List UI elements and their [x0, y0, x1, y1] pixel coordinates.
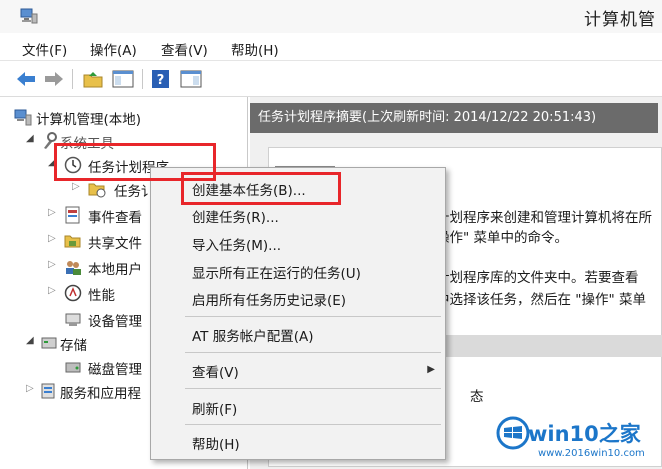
action-pane-icon[interactable]	[180, 69, 202, 89]
menu-item-refresh[interactable]: 刷新(F)	[192, 398, 237, 418]
back-arrow-icon[interactable]	[15, 69, 37, 89]
folder-clock-icon	[88, 183, 106, 198]
menu-item-create-task[interactable]: 创建任务(R)...	[192, 206, 279, 226]
collapsed-arrow-icon[interactable]: ▷	[48, 259, 56, 270]
toolbar-separator	[142, 69, 143, 89]
menu-item-enable-history[interactable]: 启用所有任务历史记录(E)	[192, 289, 346, 309]
expanded-arrow-icon[interactable]: ◢	[26, 335, 34, 346]
menu-item-import-task[interactable]: 导入任务(M)...	[192, 234, 281, 254]
console-tree-icon[interactable]	[112, 69, 134, 89]
menu-item-help[interactable]: 帮助(H)	[192, 433, 240, 453]
tools-icon	[44, 132, 57, 149]
collapsed-arrow-icon[interactable]: ▷	[48, 207, 56, 218]
menu-help[interactable]: 帮助(H)	[231, 39, 279, 59]
computer-management-icon	[20, 8, 38, 24]
summary-text: 计划程序库的文件夹中。若要查看	[436, 270, 639, 286]
menu-bar: 文件(F) 操作(A) 查看(V) 帮助(H)	[0, 33, 662, 61]
summary-text: 操作" 菜单中的命令。	[436, 230, 569, 246]
menu-action[interactable]: 操作(A)	[90, 39, 137, 59]
collapsed-arrow-icon[interactable]: ▷	[48, 233, 56, 244]
svg-text:?: ?	[157, 73, 165, 88]
summary-text: 十划程序来创建和管理计算机将在所	[436, 210, 652, 226]
menu-item-create-basic-task[interactable]: 创建基本任务(B)...	[192, 179, 306, 199]
menu-file[interactable]: 文件(F)	[22, 39, 67, 59]
toolbar-separator	[72, 69, 73, 89]
menu-separator	[185, 352, 441, 353]
folder-up-icon[interactable]	[82, 69, 104, 89]
collapsed-arrow-icon[interactable]: ▷	[48, 285, 56, 296]
summary-text: 中选择该任务，然后在 "操作" 菜单	[436, 292, 647, 308]
collapsed-arrow-icon[interactable]: ▷	[72, 181, 80, 192]
shared-folder-icon	[64, 235, 81, 248]
services-icon	[41, 383, 55, 399]
window-title: 计算机管	[584, 10, 656, 30]
help-icon[interactable]: ?	[150, 69, 172, 89]
storage-icon	[41, 337, 57, 349]
summary-text: 态	[470, 389, 484, 405]
menu-separator	[185, 316, 441, 317]
title-bar: 计算机管	[0, 0, 662, 33]
users-icon	[66, 261, 81, 275]
expanded-arrow-icon[interactable]: ◢	[48, 157, 56, 168]
summary-header: 任务计划程序摘要(上次刷新时间: 2014/12/22 20:51:43)	[250, 103, 658, 133]
expanded-arrow-icon[interactable]: ◢	[26, 133, 34, 144]
menu-item-show-running-tasks[interactable]: 显示所有正在运行的任务(U)	[192, 262, 361, 282]
menu-item-at-service-account[interactable]: AT 服务帐户配置(A)	[192, 325, 314, 345]
computer-management-icon	[14, 109, 32, 126]
device-manager-icon	[65, 313, 81, 326]
toolbar: ?	[0, 61, 662, 97]
menu-view[interactable]: 查看(V)	[161, 39, 208, 59]
performance-icon	[64, 284, 82, 302]
forward-arrow-icon[interactable]	[43, 69, 65, 89]
context-menu: 创建基本任务(B)... 创建任务(R)... 导入任务(M)... 显示所有正…	[150, 167, 446, 460]
collapsed-arrow-icon[interactable]: ▷	[26, 383, 34, 394]
menu-separator	[185, 388, 441, 389]
event-viewer-icon	[65, 206, 80, 224]
disk-icon	[65, 362, 81, 373]
menu-item-view[interactable]: 查看(V)	[192, 361, 239, 381]
submenu-arrow-icon: ▶	[427, 364, 435, 375]
menu-separator	[185, 424, 441, 425]
clock-icon	[64, 156, 82, 174]
